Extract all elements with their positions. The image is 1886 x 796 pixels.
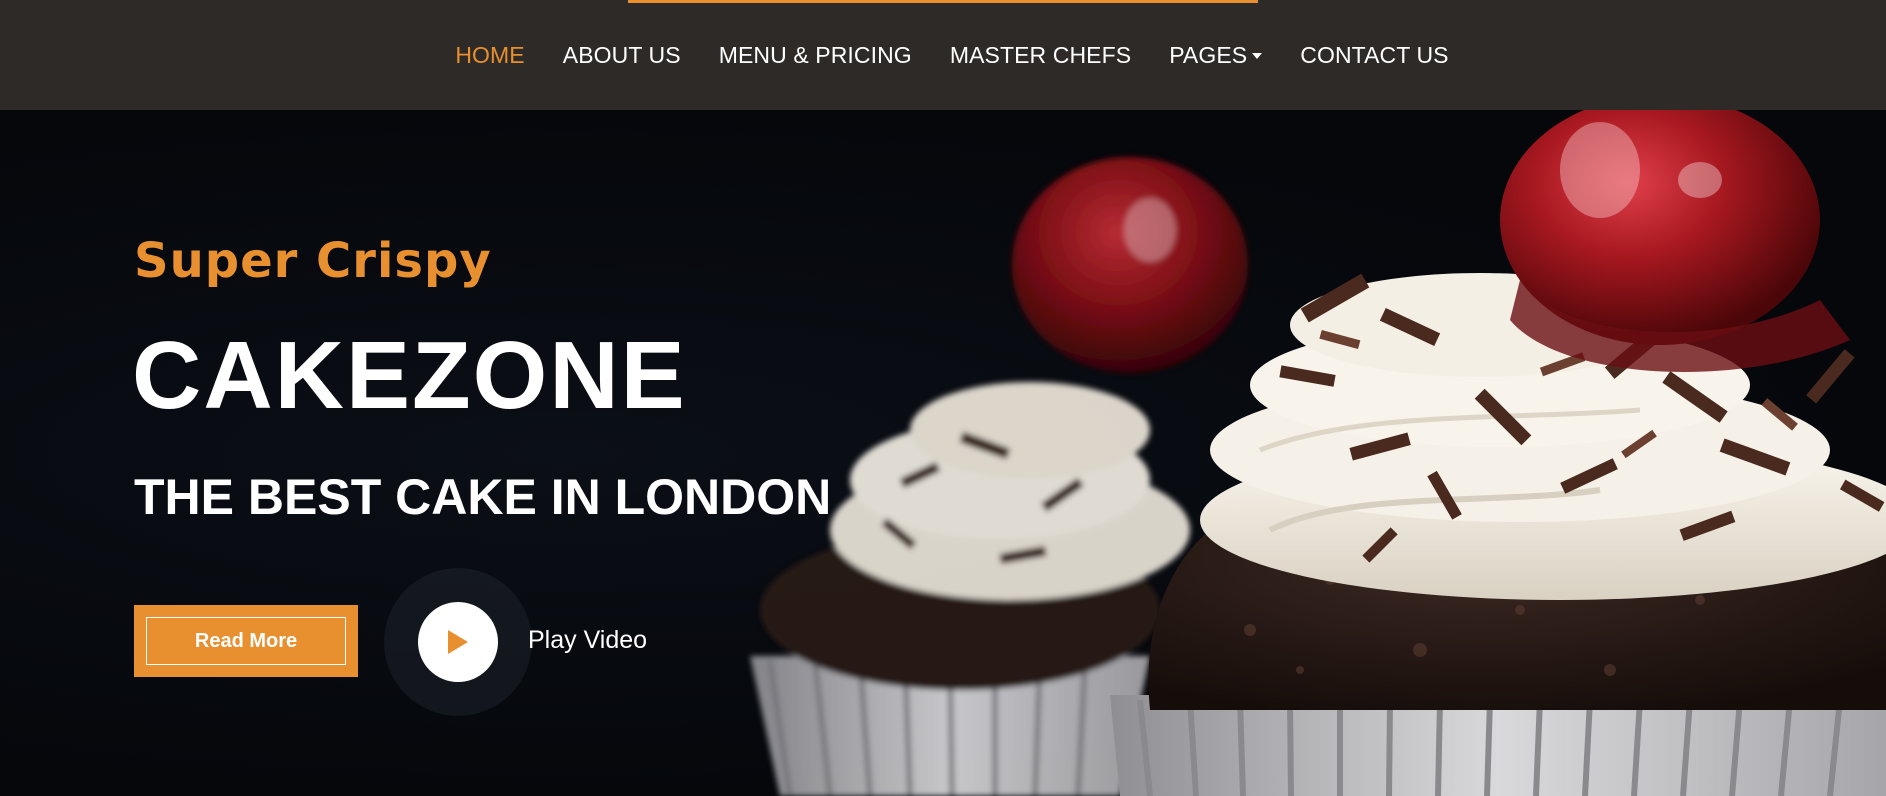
navbar: HOME ABOUT US MENU & PRICING MASTER CHEF…	[0, 0, 1886, 110]
hero-tagline: Super Crispy	[134, 233, 492, 289]
nav-link-menu-pricing[interactable]: MENU & PRICING	[719, 42, 912, 69]
nav-link-pages[interactable]: PAGES	[1169, 41, 1263, 69]
nav-link-home[interactable]: HOME	[455, 42, 524, 69]
hero-headline: THE BEST CAKE IN LONDON	[134, 469, 832, 525]
play-video-button[interactable]	[418, 602, 498, 682]
hero-cupcake-image	[750, 110, 1886, 796]
play-icon	[448, 630, 468, 654]
nav-link-master-chefs[interactable]: MASTER CHEFS	[950, 42, 1131, 69]
play-video-label[interactable]: Play Video	[528, 626, 647, 655]
nav-link-pages-label: PAGES	[1169, 41, 1248, 68]
nav-link-about-us[interactable]: ABOUT US	[563, 42, 681, 69]
hero-brand-title: CAKEZONE	[132, 322, 687, 429]
read-more-label: Read More	[146, 617, 346, 665]
read-more-button[interactable]: Read More	[134, 605, 358, 677]
nav-link-contact-us[interactable]: CONTACT US	[1300, 42, 1448, 69]
nav-menu: HOME ABOUT US MENU & PRICING MASTER CHEF…	[0, 0, 1886, 110]
caret-down-icon	[1252, 53, 1263, 59]
hero-carousel: Super Crispy CAKEZONE THE BEST CAKE IN L…	[0, 110, 1886, 796]
